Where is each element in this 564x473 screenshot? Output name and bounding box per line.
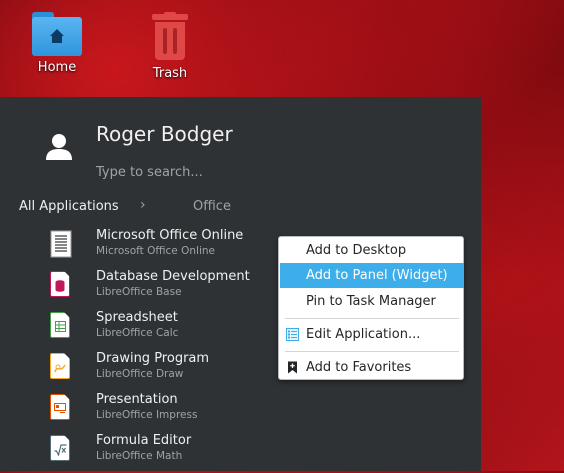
app-description: LibreOffice Base [96, 286, 182, 298]
app-name: Spreadsheet [96, 310, 178, 325]
search-input[interactable] [96, 165, 396, 180]
menu-item-add-to-desktop[interactable]: Add to Desktop [280, 238, 464, 263]
app-description: LibreOffice Calc [96, 327, 179, 339]
menu-item-add-to-panel[interactable]: Add to Panel (Widget) [280, 263, 464, 288]
breadcrumb-office[interactable]: Office [193, 199, 231, 214]
app-item-presentation[interactable]: Presentation LibreOffice Impress [45, 392, 275, 432]
desktop-trash-shortcut[interactable]: Trash [130, 12, 210, 81]
libreoffice-calc-icon [50, 312, 72, 340]
menu-item-pin-to-task-manager[interactable]: Pin to Task Manager [280, 289, 464, 314]
menu-item-label: Edit Application... [306, 327, 421, 342]
desktop-home-label: Home [37, 60, 77, 75]
app-item-microsoft-office-online[interactable]: Microsoft Office Online Microsoft Office… [45, 228, 275, 268]
menu-separator [285, 318, 459, 319]
menu-separator [285, 351, 459, 352]
menu-item-add-to-favorites[interactable]: Add to Favorites [280, 355, 464, 380]
app-description: Microsoft Office Online [96, 245, 215, 257]
app-name: Microsoft Office Online [96, 228, 244, 243]
menu-item-label: Add to Panel (Widget) [306, 268, 448, 283]
context-menu: Add to Desktop Add to Panel (Widget) Pin… [278, 236, 464, 380]
menu-item-label: Add to Favorites [306, 360, 412, 375]
app-item-drawing-program[interactable]: Drawing Program LibreOffice Draw [45, 351, 275, 391]
menu-item-edit-application[interactable]: Edit Application... [280, 322, 464, 347]
app-item-spreadsheet[interactable]: Spreadsheet LibreOffice Calc [45, 310, 275, 350]
breadcrumb-all-applications[interactable]: All Applications [19, 199, 119, 214]
app-description: LibreOffice Draw [96, 368, 184, 380]
app-item-formula-editor[interactable]: Formula Editor LibreOffice Math [45, 433, 275, 473]
desktop-trash-label: Trash [152, 66, 188, 81]
libreoffice-base-icon [50, 271, 72, 299]
menu-item-label: Pin to Task Manager [306, 294, 436, 309]
app-item-database-development[interactable]: Database Development LibreOffice Base [45, 269, 275, 309]
libreoffice-draw-icon [50, 353, 72, 381]
libreoffice-math-icon [50, 435, 72, 463]
desktop-home-shortcut[interactable]: Home [17, 12, 97, 75]
breadcrumb-separator: › [140, 197, 146, 213]
app-name: Formula Editor [96, 433, 192, 448]
menu-item-label: Add to Desktop [306, 243, 407, 258]
app-name: Database Development [96, 269, 250, 284]
trash-icon [152, 12, 188, 62]
text-document-icon [50, 230, 72, 258]
user-avatar-icon[interactable] [44, 132, 74, 162]
app-description: LibreOffice Impress [96, 409, 198, 421]
edit-list-icon [286, 328, 299, 341]
app-name: Presentation [96, 392, 178, 407]
app-description: LibreOffice Math [96, 450, 183, 462]
libreoffice-impress-icon [50, 394, 72, 422]
app-name: Drawing Program [96, 351, 210, 366]
user-name: Roger Bodger [96, 122, 233, 146]
folder-home-icon [32, 12, 82, 56]
bookmark-add-icon [288, 361, 297, 374]
